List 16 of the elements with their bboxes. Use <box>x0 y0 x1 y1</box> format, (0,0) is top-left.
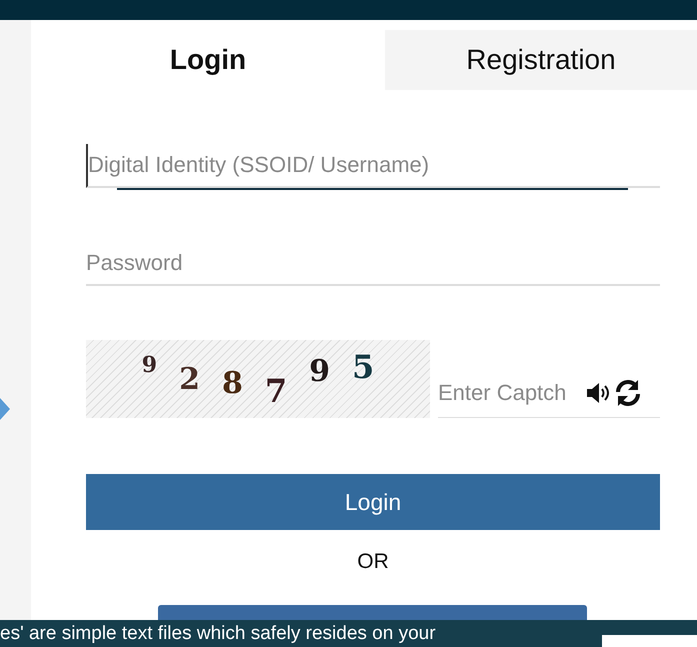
captcha-character: 9 <box>309 354 330 388</box>
speaker-icon[interactable] <box>586 382 612 404</box>
cookie-notice: es' are simple text files which safely resides on your <box>0 622 436 645</box>
captcha-character: 2 <box>179 362 200 396</box>
captcha-character: 5 <box>352 348 374 386</box>
captcha-character: 9 <box>142 352 158 378</box>
captcha-character: 8 <box>222 366 243 400</box>
captcha-field[interactable]: Enter Captch <box>438 380 584 406</box>
tab[interactable]: Registration <box>385 30 697 90</box>
arrow-icon <box>0 398 10 420</box>
password-field[interactable]: Password <box>86 242 660 286</box>
login-button[interactable]: Login <box>86 474 660 530</box>
captcha-character: 7 <box>264 372 288 410</box>
or-separator: OR <box>357 550 389 574</box>
refresh-icon[interactable] <box>614 380 642 406</box>
username-field[interactable]: Digital Identity (SSOID/ Username) <box>86 144 660 188</box>
